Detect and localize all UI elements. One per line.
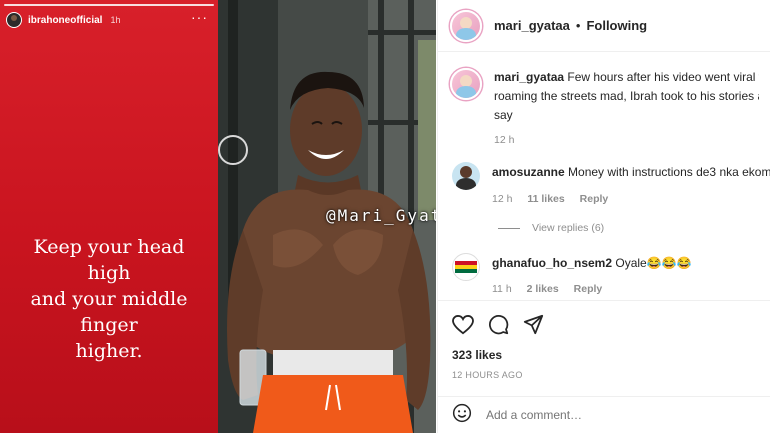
action-icons xyxy=(452,314,544,335)
commenter-username[interactable]: amosuzanne xyxy=(492,165,565,179)
replies-divider xyxy=(498,227,520,229)
story-header: ibrahoneofficial 1h xyxy=(6,12,120,28)
caption-username[interactable]: mari_gyataa xyxy=(494,70,564,84)
add-comment-bar xyxy=(438,396,770,433)
commenter-avatar[interactable] xyxy=(452,253,480,281)
post-time[interactable]: 12 HOURS AGO xyxy=(452,370,523,380)
heart-icon[interactable] xyxy=(452,314,474,335)
comment: amosuzanne Money with instructions de3 n… xyxy=(452,162,770,205)
caption-line: Few hours after his video went viral for… xyxy=(567,70,759,84)
reply-button[interactable]: Reply xyxy=(580,193,609,205)
post-panel: mari_gyataa • Following mari_gyataa Few … xyxy=(437,0,770,433)
story-panel: ibrahoneofficial 1h ··· Keep your head h… xyxy=(0,0,218,433)
likes-count[interactable]: 323 likes xyxy=(452,348,502,362)
reply-button[interactable]: Reply xyxy=(574,283,603,295)
story-username[interactable]: ibrahoneofficial xyxy=(28,15,102,26)
comment-likes[interactable]: 2 likes xyxy=(527,283,559,295)
story-quote: Keep your head high and your middle fing… xyxy=(10,234,208,364)
actions-divider xyxy=(438,300,770,301)
comment-likes[interactable]: 11 likes xyxy=(527,193,564,205)
caption-line: say xyxy=(494,108,513,122)
comment-text: Oyale😂😂😂 xyxy=(615,256,692,270)
story-progress-bar xyxy=(4,4,214,6)
caption-line: roaming the streets mad, Ibrah took to h… xyxy=(494,89,759,103)
comment-time[interactable]: 11 h xyxy=(492,283,512,295)
post-photo[interactable]: @Mari_Gyata xyxy=(218,0,436,433)
commenter-username[interactable]: ghanafuo_ho_nsem2 xyxy=(492,256,612,270)
comment: ghanafuo_ho_nsem2 Oyale😂😂😂 11 h 2 likes … xyxy=(452,253,770,295)
caption: mari_gyataa Few hours after his video we… xyxy=(450,68,770,150)
add-comment-input[interactable] xyxy=(486,408,726,422)
author-avatar[interactable] xyxy=(450,9,482,42)
view-replies-button[interactable]: View replies (6) xyxy=(498,222,604,234)
header-separator: • xyxy=(575,18,581,33)
share-icon[interactable] xyxy=(523,314,544,335)
caption-text: mari_gyataa Few hours after his video we… xyxy=(494,68,759,150)
emoji-icon[interactable] xyxy=(452,403,472,428)
following-button[interactable]: Following xyxy=(586,18,647,33)
comment-time[interactable]: 12 h xyxy=(492,193,512,205)
ghana-flag-icon xyxy=(455,261,477,273)
post-header: mari_gyataa • Following xyxy=(438,0,770,52)
more-dots-icon[interactable]: ··· xyxy=(191,10,208,24)
author-username[interactable]: mari_gyataa xyxy=(494,18,570,33)
story-quote-line: Keep your head high xyxy=(33,236,185,284)
caption-avatar[interactable] xyxy=(450,68,482,100)
photo-watermark: @Mari_Gyata xyxy=(326,206,436,225)
story-quote-line: and your middle finger xyxy=(30,288,188,336)
comment-icon[interactable] xyxy=(488,314,509,335)
story-avatar[interactable] xyxy=(6,12,22,28)
caption-time[interactable]: 12 h xyxy=(494,134,514,146)
commenter-avatar[interactable] xyxy=(452,162,480,190)
view-replies-label: View replies (6) xyxy=(532,222,605,234)
story-time: 1h xyxy=(110,15,121,25)
story-quote-line: higher. xyxy=(75,340,143,362)
comment-text: Money with instructions de3 nka ekom xyxy=(568,165,770,179)
